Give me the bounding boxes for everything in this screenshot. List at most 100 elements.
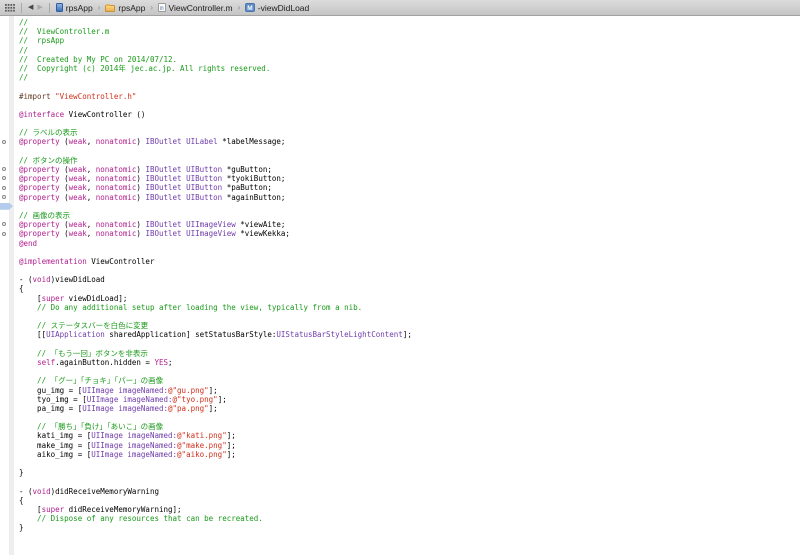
code-line[interactable]: @implementation ViewController bbox=[0, 257, 800, 266]
code-line-text: // bbox=[19, 45, 29, 55]
breadcrumb-file[interactable]: m ViewController.m bbox=[158, 3, 233, 13]
forward-button[interactable]: ▶ bbox=[37, 4, 42, 11]
code-line[interactable]: aiko_img = [UIImage imageNamed:@"aiko.pn… bbox=[0, 450, 800, 459]
breakpoint-icon[interactable] bbox=[0, 202, 15, 211]
code-line[interactable]: #import "ViewController.h" bbox=[0, 92, 800, 101]
breadcrumb-group[interactable]: rpsApp bbox=[105, 3, 145, 13]
breadcrumb-label: -viewDidLoad bbox=[257, 2, 310, 13]
code-line[interactable] bbox=[0, 312, 800, 321]
code-line[interactable] bbox=[0, 477, 800, 486]
code-line[interactable]: // Copyright (c) 2014年 jec.ac.jp. All ri… bbox=[0, 64, 800, 73]
code-line-text: // 「グー」「チョキ」「パー」の画像 bbox=[19, 376, 164, 386]
code-line[interactable]: // ViewController.m bbox=[0, 27, 800, 36]
code-line[interactable]: @property (weak, nonatomic) IBOutlet UIL… bbox=[0, 137, 800, 146]
code-line[interactable] bbox=[0, 101, 800, 110]
connection-well-icon[interactable] bbox=[0, 165, 15, 174]
code-line[interactable]: } bbox=[0, 523, 800, 532]
code-line[interactable]: // 画像の表示 bbox=[0, 211, 800, 220]
related-items-button[interactable] bbox=[5, 3, 15, 12]
code-line[interactable] bbox=[0, 367, 800, 376]
code-line-text: // ViewController.m bbox=[19, 27, 110, 37]
code-line[interactable] bbox=[0, 413, 800, 422]
code-line[interactable]: // ステータスバーを白色に変更 bbox=[0, 321, 800, 330]
code-line[interactable]: @end bbox=[0, 239, 800, 248]
code-line[interactable] bbox=[0, 82, 800, 91]
code-line-text: make_img = [UIImage imageNamed:@"make.pn… bbox=[19, 440, 236, 450]
connection-well-icon[interactable] bbox=[0, 137, 15, 146]
code-line[interactable]: // 「勝ち」「負け」「あいこ」の画像 bbox=[0, 422, 800, 431]
gutter-cell bbox=[0, 404, 15, 413]
code-line[interactable]: } bbox=[0, 468, 800, 477]
code-line[interactable] bbox=[0, 266, 800, 275]
code-line[interactable]: // Do any additional setup after loading… bbox=[0, 303, 800, 312]
code-line[interactable]: // ラベルの表示 bbox=[0, 128, 800, 137]
code-line-text: self.againButton.hidden = YES; bbox=[37, 357, 173, 367]
code-line-text: @property (weak, nonatomic) IBOutlet UII… bbox=[19, 220, 286, 230]
code-line[interactable]: gu_img = [UIImage imageNamed:@"gu.png"]; bbox=[0, 386, 800, 395]
breadcrumb-project[interactable]: rpsApp bbox=[55, 3, 93, 13]
code-line[interactable]: // 「もう一回」ボタンを非表示 bbox=[0, 349, 800, 358]
code-line[interactable]: [super viewDidLoad]; bbox=[0, 294, 800, 303]
code-line[interactable]: @interface ViewController () bbox=[0, 110, 800, 119]
code-line[interactable]: { bbox=[0, 496, 800, 505]
code-line[interactable]: pa_img = [UIImage imageNamed:@"pa.png"]; bbox=[0, 404, 800, 413]
gutter-cell bbox=[0, 487, 15, 496]
toolbar-divider bbox=[48, 2, 50, 13]
back-button[interactable]: ◀ bbox=[28, 4, 33, 11]
breadcrumb-method[interactable]: M -viewDidLoad bbox=[245, 3, 309, 13]
code-line[interactable] bbox=[0, 147, 800, 156]
code-line[interactable]: // 「グー」「チョキ」「パー」の画像 bbox=[0, 376, 800, 385]
code-line-text: // 「勝ち」「負け」「あいこ」の画像 bbox=[19, 422, 164, 432]
gutter-cell bbox=[0, 505, 15, 514]
code-line[interactable]: // bbox=[0, 18, 800, 27]
gutter-cell bbox=[0, 92, 15, 101]
code-line[interactable]: @property (weak, nonatomic) IBOutlet UII… bbox=[0, 229, 800, 238]
code-line-text: // bbox=[19, 73, 29, 83]
code-line[interactable]: - (void)viewDidLoad bbox=[0, 275, 800, 284]
code-line[interactable]: // rpsApp bbox=[0, 36, 800, 45]
connection-well-icon[interactable] bbox=[0, 229, 15, 238]
code-line[interactable] bbox=[0, 459, 800, 468]
connection-well-icon[interactable] bbox=[0, 220, 15, 229]
code-line-text: - (void)viewDidLoad bbox=[19, 275, 105, 285]
code-line[interactable] bbox=[0, 119, 800, 128]
code-line[interactable]: // ボタンの操作 bbox=[0, 156, 800, 165]
code-line[interactable]: @property (weak, nonatomic) IBOutlet UIB… bbox=[0, 174, 800, 183]
grid-icon bbox=[5, 3, 15, 12]
code-line[interactable] bbox=[0, 202, 800, 211]
code-line[interactable]: @property (weak, nonatomic) IBOutlet UIB… bbox=[0, 183, 800, 192]
code-line[interactable]: // Created by My PC on 2014/07/12. bbox=[0, 55, 800, 64]
code-line[interactable]: { bbox=[0, 284, 800, 293]
connection-well-icon[interactable] bbox=[0, 174, 15, 183]
gutter-cell bbox=[0, 441, 15, 450]
code-line[interactable]: - (void)didReceiveMemoryWarning bbox=[0, 487, 800, 496]
code-line[interactable]: @property (weak, nonatomic) IBOutlet UIB… bbox=[0, 193, 800, 202]
gutter-cell bbox=[0, 110, 15, 119]
code-editor[interactable]: //// ViewController.m// rpsApp//// Creat… bbox=[0, 16, 800, 555]
code-line[interactable]: [[UIApplication sharedApplication] setSt… bbox=[0, 330, 800, 339]
connection-well-icon[interactable] bbox=[0, 193, 15, 202]
code-line[interactable]: // bbox=[0, 73, 800, 82]
code-line-text: // Copyright (c) 2014年 jec.ac.jp. All ri… bbox=[19, 63, 271, 73]
code-line[interactable]: @property (weak, nonatomic) IBOutlet UIB… bbox=[0, 165, 800, 174]
connection-well-icon[interactable] bbox=[0, 183, 15, 192]
gutter-cell bbox=[0, 257, 15, 266]
gutter-cell bbox=[0, 248, 15, 257]
code-line[interactable]: make_img = [UIImage imageNamed:@"make.pn… bbox=[0, 441, 800, 450]
gutter-cell bbox=[0, 395, 15, 404]
code-line[interactable]: self.againButton.hidden = YES; bbox=[0, 358, 800, 367]
gutter-cell bbox=[0, 119, 15, 128]
code-line[interactable]: // Dispose of any resources that can be … bbox=[0, 514, 800, 523]
code-line[interactable]: tyo_img = [UIImage imageNamed:@"tyo.png"… bbox=[0, 395, 800, 404]
code-line[interactable] bbox=[0, 340, 800, 349]
gutter-cell bbox=[0, 431, 15, 440]
code-line[interactable]: [super didReceiveMemoryWarning]; bbox=[0, 505, 800, 514]
code-line[interactable]: kati_img = [UIImage imageNamed:@"kati.pn… bbox=[0, 431, 800, 440]
code-line[interactable]: @property (weak, nonatomic) IBOutlet UII… bbox=[0, 220, 800, 229]
code-line[interactable] bbox=[0, 248, 800, 257]
code-line[interactable]: // bbox=[0, 46, 800, 55]
